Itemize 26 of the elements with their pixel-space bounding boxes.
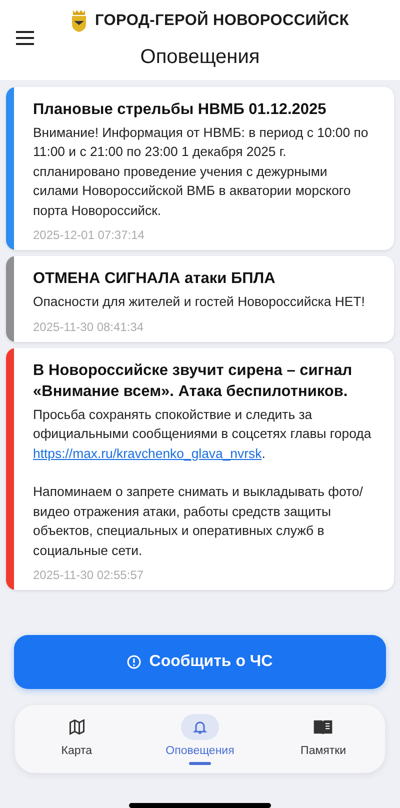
menu-icon[interactable] bbox=[16, 31, 34, 45]
alert-card[interactable]: ОТМЕНА СИГНАЛА атаки БПЛА Опасности для жителей и гостей Новороссийска НЕТ! 2025-11-30 08:41:34 bbox=[6, 256, 394, 342]
book-icon bbox=[313, 718, 334, 736]
bell-icon bbox=[192, 718, 208, 734]
nav-tab[interactable]: Памятки bbox=[273, 714, 374, 764]
alert-title: ОТМЕНА СИГНАЛА атаки БПЛА bbox=[33, 269, 276, 290]
alert-time: 2025-12-01 07:37:14 bbox=[33, 228, 146, 242]
alert-icon bbox=[127, 655, 142, 669]
map-icon bbox=[68, 718, 86, 736]
coat-of-arms-icon bbox=[70, 8, 87, 34]
page-title: Оповещения bbox=[140, 46, 260, 69]
alert-text: Напоминаем о запрете снимать и выкладывать фото/видео отражения атаки, работы средств защиты объектов, специальных и оперативных служб в социальные сети. bbox=[33, 483, 364, 560]
alert-card[interactable] bbox=[6, 348, 394, 590]
city-title: ГОРОД-ГЕРОЙ НОВОРОССИЙСК bbox=[94, 12, 350, 30]
social-link[interactable]: https://max.ru/kravchenko_glava_nvrsk bbox=[33, 446, 262, 461]
alert-card[interactable] bbox=[6, 86, 394, 250]
alert-text: Просьба сохранять спокойствие и следить за официальными сообщениями в соцсетях главы города https://max.ru/kravchenko_glava_nvrsk. bbox=[33, 406, 372, 463]
nav-tab[interactable]: Оповещения bbox=[150, 714, 250, 764]
alert-title: В Новороссийске звучит сирена – сигнал «Внимание всем». Атака беспилотников. bbox=[33, 360, 354, 402]
alert-time: 2025-11-30 08:41:34 bbox=[33, 320, 145, 334]
alert-time: 2025-11-30 02:55:57 bbox=[33, 568, 145, 582]
nav-tab[interactable]: Карта bbox=[26, 714, 127, 764]
alert-text: Опасности для жителей и гостей Новороссийска НЕТ! bbox=[33, 293, 365, 312]
alert-title: Плановые стрельбы НВМБ 01.12.2025 bbox=[33, 100, 328, 120]
report-button[interactable]: Сообщить о ЧС bbox=[14, 635, 386, 689]
alert-text: Внимание! Информация от НВМБ: в период с 10:00 по 11:00 и с 21:00 по 23:00 1 декабря 2025 г. спланировано проведение учения с дежурными силами Новороссийской ВМБ в акватории морского порта Новороссийск. bbox=[33, 124, 370, 220]
